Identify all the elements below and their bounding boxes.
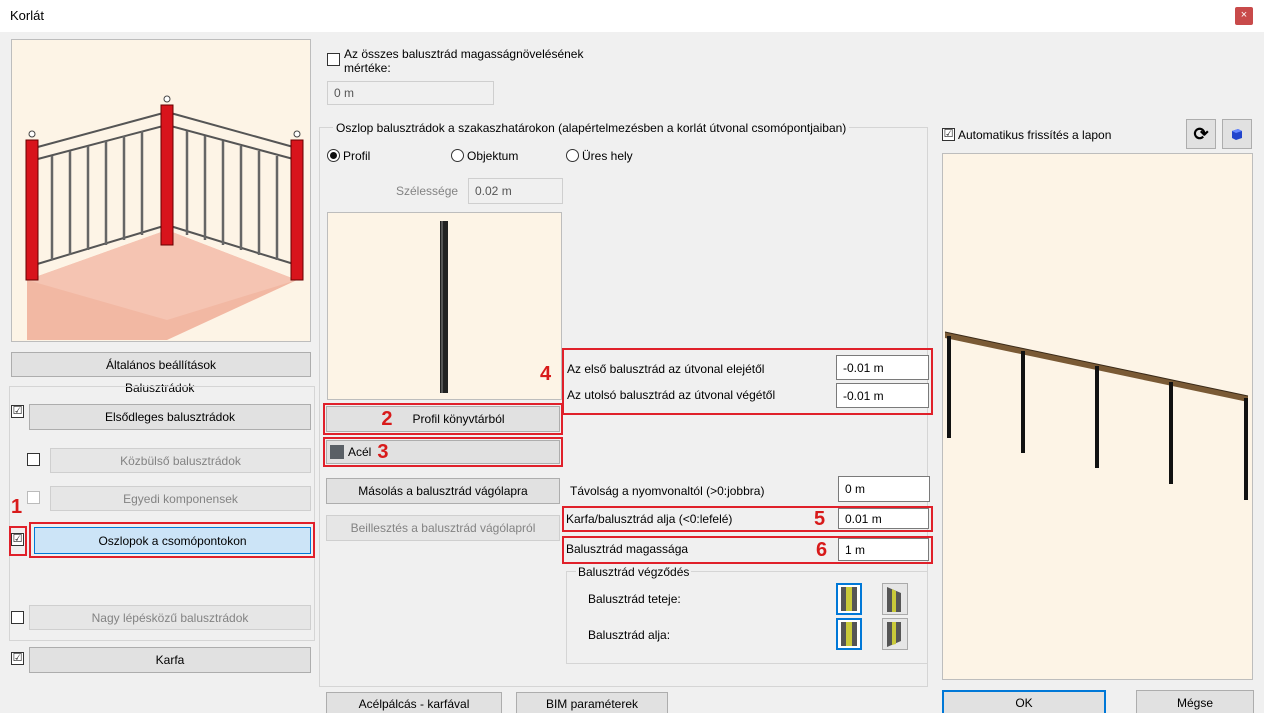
annotation-6: 6 (816, 539, 828, 561)
ok-button[interactable]: OK (942, 690, 1106, 713)
bottom-offset-field[interactable]: 0.01 m (838, 508, 929, 529)
auto-refresh-checkbox[interactable]: ☑ (942, 128, 955, 141)
steel-bar-handrail-button[interactable]: Acélpálcás - karfával (326, 692, 502, 713)
railing-preview (11, 39, 311, 342)
ending-group-title: Balusztrád végződés (576, 565, 692, 579)
3d-view-button[interactable] (1222, 119, 1252, 149)
railing-path-preview (944, 331, 1249, 500)
refresh-button[interactable]: ⟳ (1186, 119, 1216, 149)
primary-balusters-checkbox[interactable]: ☑ (11, 405, 24, 418)
window-title: Korlát (10, 8, 44, 23)
material-swatch (330, 445, 344, 459)
annotation-5: 5 (814, 508, 826, 530)
bim-parameters-button[interactable]: BIM paraméterek (516, 692, 668, 713)
cancel-button[interactable]: Mégse (1136, 690, 1254, 713)
bottom-offset-label: Karfa/balusztrád alja (<0:lefelé) (566, 512, 733, 526)
profile-preview (327, 212, 562, 400)
annotation-2: 2 (381, 408, 393, 430)
ending-group (566, 571, 928, 664)
handrail-button[interactable]: Karfa (29, 647, 311, 673)
custom-components-button[interactable]: Egyedi komponensek (50, 486, 311, 511)
radio-empty-label: Üres hely (582, 149, 633, 163)
last-baluster-label: Az utolsó balusztrád az útvonal végétől (567, 388, 776, 402)
general-settings-button[interactable]: Általános beállítások (11, 352, 311, 377)
bottom-ending-flat-option[interactable] (836, 618, 862, 650)
first-baluster-label: Az első balusztrád az útvonal elejétől (567, 362, 765, 376)
all-height-label: Az összes balusztrád magasságnövelésének… (344, 47, 584, 75)
angled-end-icon (887, 587, 901, 612)
radio-object-label: Objektum (467, 149, 519, 163)
material-button[interactable]: Acél 3 (326, 440, 560, 464)
material-label: Acél (348, 445, 372, 459)
intermediate-balusters-button[interactable]: Közbülső balusztrádok (50, 448, 311, 473)
refresh-icon: ⟳ (1193, 123, 1209, 144)
profile-library-button[interactable]: 2 Profil könyvtárból (326, 406, 560, 432)
last-baluster-field[interactable]: -0.01 m (836, 383, 929, 408)
annotation-3: 3 (377, 441, 389, 463)
width-field[interactable]: 0.02 m (468, 178, 563, 204)
copy-to-clipboard-button[interactable]: Másolás a balusztrád vágólapra (326, 478, 560, 504)
radio-empty[interactable] (566, 149, 579, 162)
distance-label: Távolság a nyomvonaltól (>0:jobbra) (570, 484, 765, 498)
close-button[interactable]: × (1235, 7, 1253, 25)
custom-components-checkbox[interactable] (27, 491, 40, 504)
post-profile-image (440, 221, 448, 393)
auto-refresh-label: Automatikus frissítés a lapon (958, 128, 1112, 142)
posts-at-nodes-button[interactable]: Oszlopok a csomópontokon (34, 527, 311, 554)
all-height-field[interactable]: 0 m (327, 81, 494, 105)
top-ending-flat-option[interactable] (836, 583, 862, 615)
all-height-checkbox[interactable] (327, 53, 340, 66)
radio-profile-label: Profil (343, 149, 371, 163)
handrail-checkbox[interactable]: ☑ (11, 652, 24, 665)
profile-library-label: Profil könyvtárból (412, 412, 505, 426)
paste-from-clipboard-button[interactable]: Beillesztés a balusztrád vágólapról (326, 515, 560, 541)
bottom-ending-label: Balusztrád alja: (588, 628, 671, 642)
angled-end-icon (887, 622, 901, 647)
primary-balusters-button[interactable]: Elsődleges balusztrádok (29, 404, 311, 430)
bottom-ending-angled-option[interactable] (882, 618, 908, 650)
title-bar (0, 0, 1264, 32)
width-label: Szélessége (396, 184, 459, 198)
large-pitch-balusters-button[interactable]: Nagy lépésközű balusztrádok (29, 605, 311, 630)
baluster-height-label: Balusztrád magassága (566, 542, 689, 556)
first-baluster-field[interactable]: -0.01 m (836, 355, 929, 380)
distance-field[interactable]: 0 m (838, 476, 930, 502)
node-posts-group-title: Oszlop balusztrádok a szakaszhatárokon (… (333, 121, 850, 135)
radio-profile[interactable] (327, 149, 340, 162)
3d-preview (942, 153, 1253, 680)
annotation-4: 4 (540, 363, 552, 385)
baluster-height-field[interactable]: 1 m (838, 538, 929, 561)
cube-icon (1232, 129, 1242, 140)
posts-at-nodes-checkbox[interactable]: ☑ (11, 533, 24, 546)
railing-3d-image (25, 95, 304, 340)
annotation-1: 1 (11, 496, 23, 518)
intermediate-balusters-checkbox[interactable] (27, 453, 40, 466)
flat-end-icon (841, 587, 857, 611)
large-pitch-balusters-checkbox[interactable] (11, 611, 24, 624)
top-ending-label: Balusztrád teteje: (588, 592, 681, 606)
top-ending-angled-option[interactable] (882, 583, 908, 615)
flat-end-icon (841, 622, 857, 646)
radio-object[interactable] (451, 149, 464, 162)
